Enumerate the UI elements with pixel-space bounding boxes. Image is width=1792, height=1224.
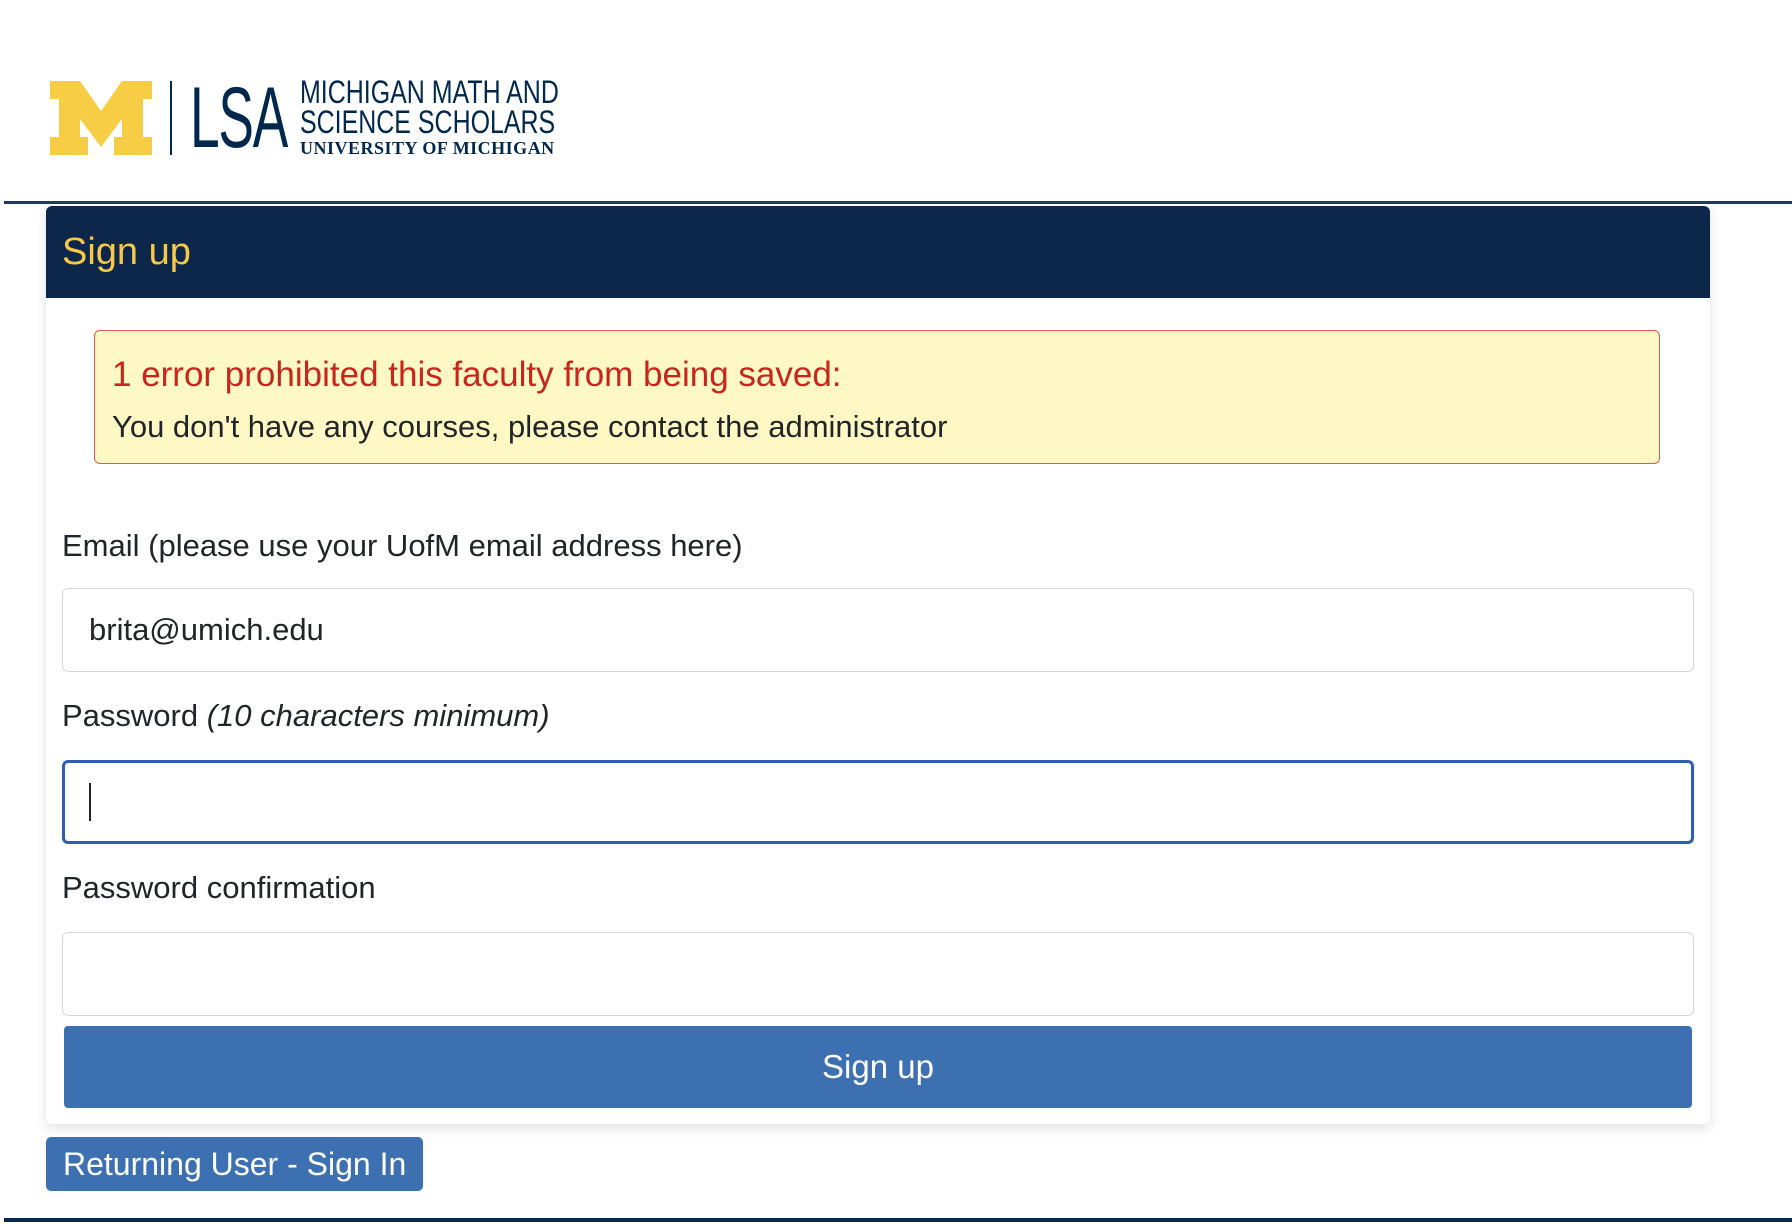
email-field[interactable]: brita@umich.edu (62, 588, 1694, 672)
email-field-value: brita@umich.edu (89, 612, 324, 647)
error-heading: 1 error prohibited this faculty from bei… (112, 355, 842, 394)
logo-divider (170, 81, 172, 155)
text-caret (89, 783, 91, 821)
email-label: Email (please use your UofM email addres… (62, 528, 743, 563)
password-label-text: Password (62, 698, 199, 733)
signup-card: Sign up 1 error prohibited this faculty … (46, 206, 1710, 1124)
logo-line-university: UNIVERSITY OF MICHIGAN (300, 138, 555, 158)
logo-line-program: MICHIGAN MATH AND (300, 74, 559, 110)
page: LSA MICHIGAN MATH AND SCIENCE SCHOLARS U… (0, 0, 1792, 1224)
password-label: Password (10 characters minimum) (62, 698, 550, 734)
card-header: Sign up (46, 206, 1710, 298)
logo-line-program-2: SCIENCE SCHOLARS (300, 104, 556, 140)
site-logo[interactable]: LSA MICHIGAN MATH AND SCIENCE SCHOLARS U… (50, 70, 580, 166)
password-confirmation-field[interactable] (62, 932, 1694, 1016)
returning-user-sign-in-button[interactable]: Returning User - Sign In (46, 1137, 424, 1191)
password-hint: (10 characters minimum) (206, 698, 550, 733)
logo-text: MICHIGAN MATH AND SCIENCE SCHOLARS UNIVE… (300, 74, 580, 159)
lsa-wordmark: LSA (190, 70, 288, 166)
card-title: Sign up (62, 230, 191, 273)
password-field[interactable] (62, 760, 1694, 844)
error-alert: 1 error prohibited this faculty from bei… (94, 330, 1660, 464)
password-confirmation-label: Password confirmation (62, 870, 376, 905)
block-m-logo-icon (50, 81, 152, 155)
header-divider (4, 201, 1792, 204)
footer-divider (4, 1218, 1792, 1222)
error-message: You don't have any courses, please conta… (112, 409, 948, 444)
sign-up-button[interactable]: Sign up (64, 1026, 1692, 1108)
